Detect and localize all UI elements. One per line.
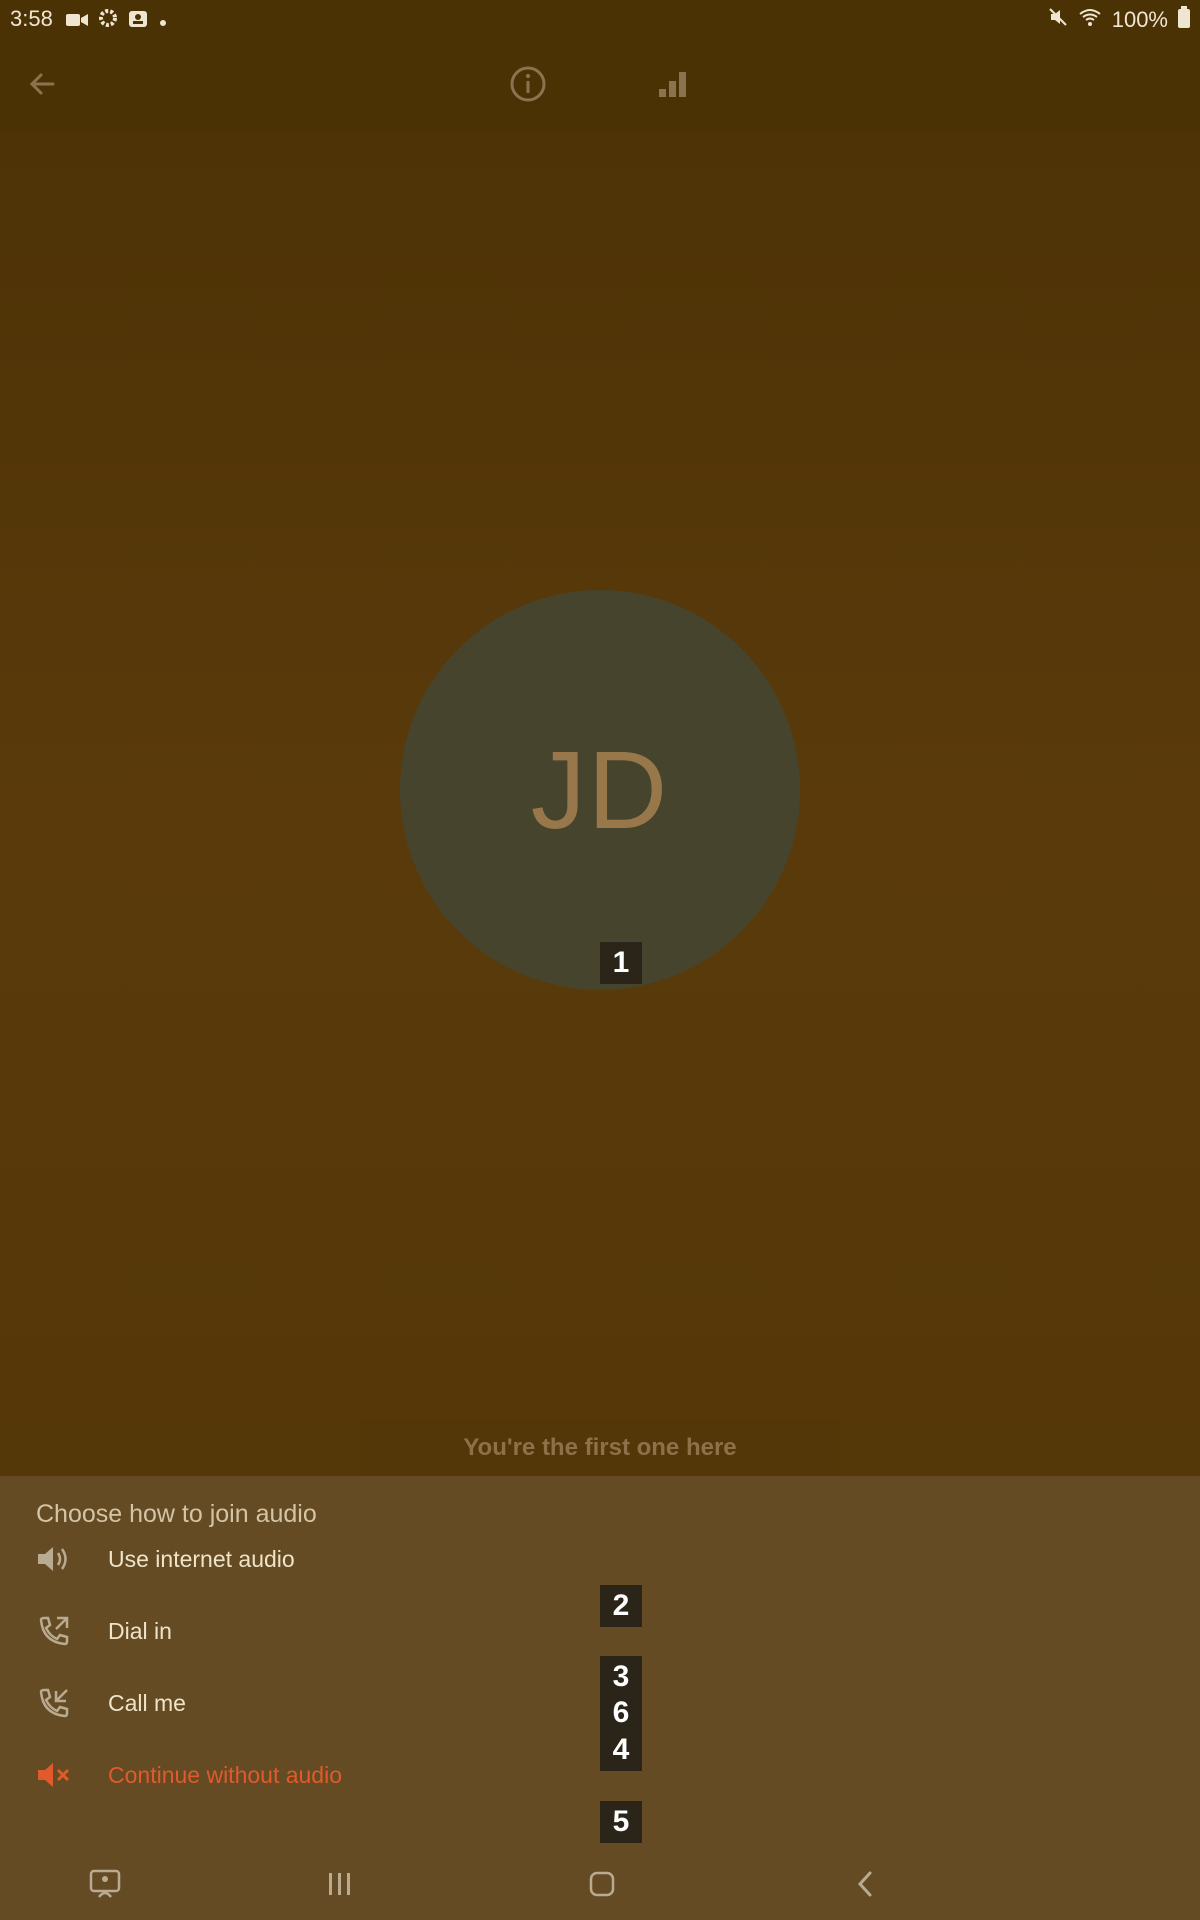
battery-icon (1178, 6, 1190, 34)
meeting-toolbar (0, 38, 1200, 132)
status-time: 3:58 (10, 6, 53, 31)
marker-2: 2 (600, 1585, 642, 1627)
option-label: Dial in (108, 1617, 172, 1644)
home-icon[interactable] (572, 1860, 632, 1908)
avatar-initials: JD (530, 728, 670, 852)
signal-bars-icon[interactable] (644, 56, 700, 112)
gear-icon (98, 8, 118, 34)
phone-outgoing-icon (34, 1611, 74, 1651)
avatar[interactable]: JD (400, 590, 800, 990)
dot-icon (158, 8, 168, 34)
recents-icon[interactable] (310, 1860, 370, 1908)
video-icon (66, 8, 88, 34)
marker-1: 1 (600, 942, 642, 984)
marker-6: 6 (600, 1692, 642, 1734)
option-label: Continue without audio (108, 1761, 342, 1788)
status-bar: 3:58 100% (0, 0, 1200, 38)
marker-4: 4 (600, 1729, 642, 1771)
portrait-icon (128, 8, 148, 34)
first-one-here-banner: You're the first one here (360, 1420, 840, 1476)
mute-icon (1048, 7, 1068, 33)
wifi-icon (1078, 7, 1102, 33)
option-label: Use internet audio (108, 1545, 295, 1572)
speaker-muted-icon (34, 1755, 74, 1795)
speaker-icon (34, 1539, 74, 1579)
info-icon[interactable] (500, 56, 556, 112)
back-chevron-icon[interactable] (835, 1860, 895, 1908)
option-label: Call me (108, 1689, 186, 1716)
system-nav-bar (0, 1848, 1200, 1920)
phone-incoming-icon (34, 1683, 74, 1723)
battery-text: 100% (1111, 7, 1168, 32)
screen-share-icon[interactable] (75, 1860, 135, 1908)
back-arrow-icon[interactable] (14, 56, 70, 112)
marker-5: 5 (600, 1801, 642, 1843)
